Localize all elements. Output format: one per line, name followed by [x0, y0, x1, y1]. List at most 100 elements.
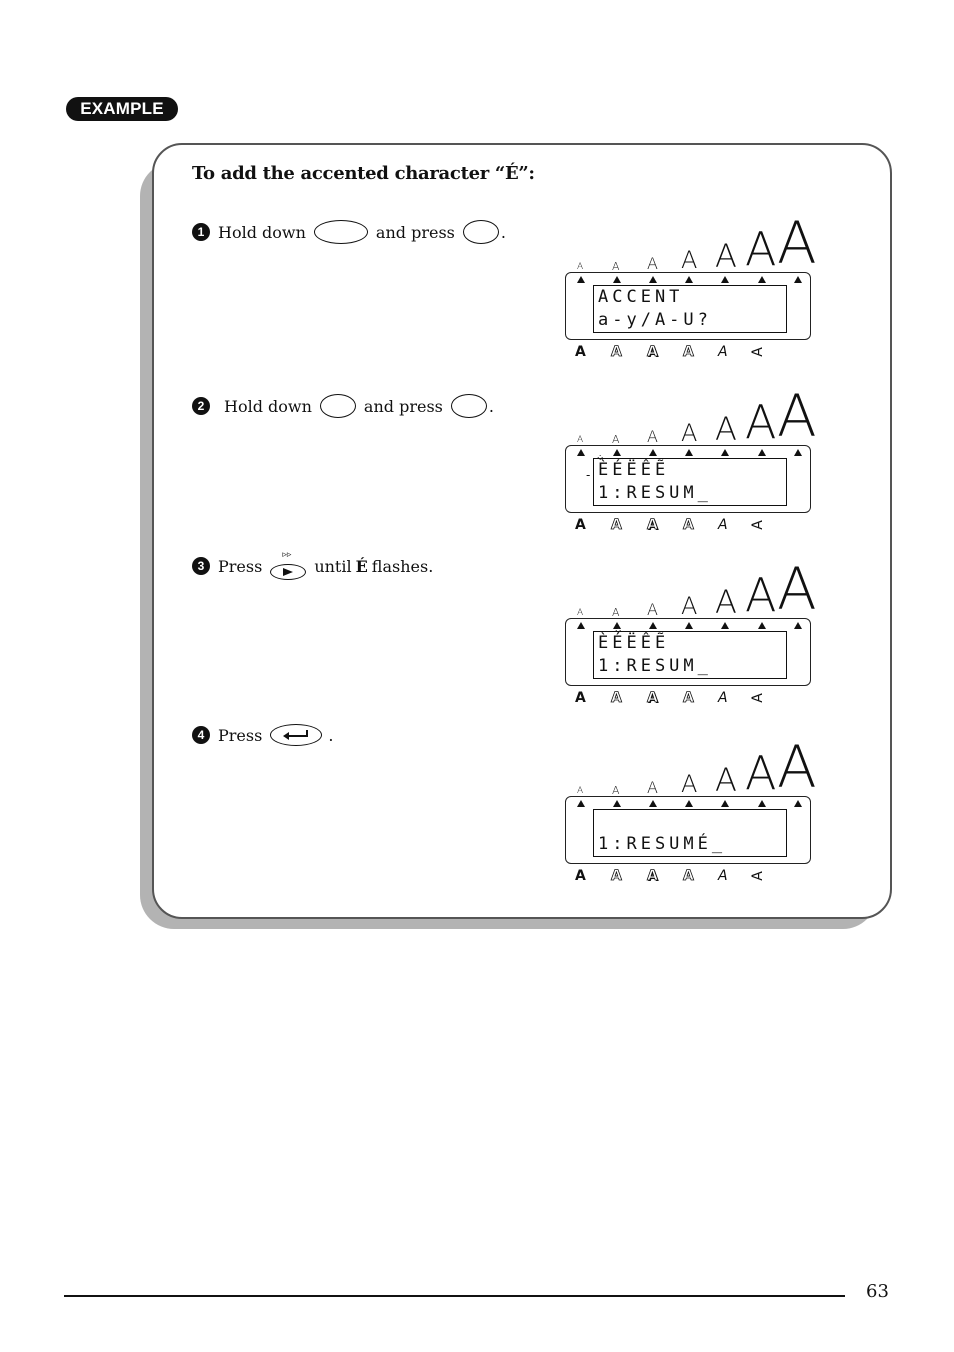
- size-indicator: A: [715, 410, 737, 448]
- step-number: 1: [192, 223, 210, 241]
- fast-forward-icon: ▹▹: [282, 550, 292, 560]
- step-number: 2: [192, 397, 210, 415]
- style-indicator-vertical: A: [749, 871, 766, 881]
- accented-char: É: [355, 556, 368, 576]
- size-indicator: A: [777, 555, 817, 623]
- step-text: and press: [375, 222, 455, 242]
- indicator-arrow-icon: [649, 800, 657, 807]
- indicator-arrow-icon: [721, 449, 729, 456]
- lcd-display-3: A A A A A A A ⁘ ÈÉËÊẼ 1:RESUM_ A A A A A…: [563, 555, 817, 722]
- style-indicator-shadow: A: [647, 344, 659, 361]
- example-badge: EXAMPLE: [66, 97, 178, 121]
- cursor-right-key-icon: ▹▹: [270, 550, 307, 580]
- style-indicator-shadow: A: [647, 517, 659, 534]
- step-4: 4 Press .: [192, 724, 333, 746]
- page-number: 63: [866, 1281, 889, 1302]
- indicator-arrow-icon: [685, 449, 693, 456]
- lcd-display-4: A A A A A A A 1:RESUMÉ_ A A A A A A: [563, 733, 817, 900]
- size-indicator: A: [681, 419, 698, 447]
- step-2: 2 Hold down and press .: [192, 394, 494, 418]
- style-indicators: A A A A A A: [563, 344, 817, 364]
- indicator-arrow-icon: [685, 622, 693, 629]
- lcd-frame: ACCENT a-y/A-U?: [565, 272, 811, 340]
- indicator-arrow-icon: [577, 800, 585, 807]
- indicator-arrow-icon: [577, 276, 585, 283]
- style-indicator-vertical: A: [749, 347, 766, 357]
- indicator-arrow-icon: [721, 276, 729, 283]
- style-indicators: A A A A A A: [563, 868, 817, 888]
- indicator-arrow-icon: [794, 449, 802, 456]
- style-indicator-solid: A: [683, 517, 695, 534]
- size-indicator: A: [715, 237, 737, 275]
- style-indicator-italic: A: [718, 344, 728, 360]
- indicator-arrow-icon: [758, 276, 766, 283]
- indicator-arrow-icon: [721, 622, 729, 629]
- size-indicator: A: [777, 733, 817, 801]
- e-key-icon: [450, 394, 487, 418]
- indicator-arrow-icon: [685, 276, 693, 283]
- lcd-frame: 1:RESUMÉ_: [565, 796, 811, 864]
- indicator-arrow-icon: [613, 800, 621, 807]
- size-indicators: A A A A A A A: [563, 555, 817, 623]
- lcd-frame: - ⁘ ÈÉËÊẼ 1:RESUM_: [565, 445, 811, 513]
- style-indicator-vertical: A: [749, 520, 766, 530]
- lcd-screen: ACCENT a-y/A-U?: [593, 285, 787, 333]
- size-indicator: A: [745, 568, 777, 622]
- size-indicator: A: [612, 784, 620, 797]
- step-text: Press: [218, 725, 263, 745]
- indicator-arrow-icon: [794, 276, 802, 283]
- size-indicator: A: [647, 600, 658, 619]
- indicator-arrow-icon: [613, 449, 621, 456]
- enter-key-icon: [270, 724, 323, 746]
- indicator-arrow-icon: [649, 276, 657, 283]
- size-indicator: A: [745, 746, 777, 800]
- lcd-display-2: A A A A A A A - ⁘ ÈÉËÊẼ 1:RESUM_ A A A A…: [563, 382, 817, 549]
- style-indicator-solid: A: [683, 344, 695, 361]
- size-indicator: A: [647, 778, 658, 797]
- play-icon: [283, 568, 294, 576]
- indicator-arrow-icon: [721, 800, 729, 807]
- a-key-icon: [319, 394, 356, 418]
- style-indicator-shadow: A: [647, 690, 659, 707]
- size-indicator: A: [577, 262, 584, 272]
- lcd-line-1: ÈÉËÊẼ: [598, 460, 670, 480]
- lcd-screen: ⁘ ÈÉËÊẼ 1:RESUM_: [593, 626, 787, 679]
- lcd-line-2: 1:RESUMÉ_: [598, 834, 727, 854]
- size-indicator: A: [612, 260, 620, 273]
- size-indicator: A: [681, 592, 698, 620]
- lcd-line-1: ACCENT: [598, 287, 684, 307]
- lcd-line-2: 1:RESUM_: [598, 656, 712, 676]
- size-indicator: A: [681, 246, 698, 274]
- cursor-marker: -: [586, 468, 591, 482]
- style-indicator-italic: A: [718, 690, 728, 706]
- size-indicator: A: [647, 427, 658, 446]
- style-indicator-solid: A: [683, 690, 695, 707]
- size-indicator: A: [715, 583, 737, 621]
- size-indicator: A: [745, 395, 777, 449]
- size-indicator: A: [612, 606, 620, 619]
- indicator-arrow-icon: [794, 800, 802, 807]
- step-text: Hold down: [218, 222, 306, 242]
- indicator-arrow-icon: [685, 800, 693, 807]
- step-text: flashes.: [371, 556, 434, 576]
- style-indicator-solid: A: [683, 868, 695, 885]
- example-title: To add the accented character “É”:: [192, 163, 535, 184]
- step-1: 1 Hold down and press .: [192, 220, 506, 244]
- lcd-line-1: ÈÉËÊẼ: [598, 633, 670, 653]
- style-indicator-vertical: A: [749, 693, 766, 703]
- style-indicator-normal: A: [575, 517, 586, 533]
- indicator-arrow-icon: [649, 622, 657, 629]
- style-indicator-outline: A: [611, 344, 623, 361]
- step-text: Press: [218, 556, 263, 576]
- size-indicator: A: [715, 761, 737, 799]
- step-number: 3: [192, 557, 210, 575]
- indicator-arrow-icon: [649, 449, 657, 456]
- size-indicator: A: [777, 382, 817, 450]
- step-number: 4: [192, 726, 210, 744]
- step-text: and press: [363, 396, 443, 416]
- lcd-display-1: A A A A A A A ACCENT a-y/A-U? A A A A A …: [563, 214, 817, 376]
- size-indicators: A A A A A A A: [563, 382, 817, 450]
- size-indicator: A: [577, 608, 584, 618]
- style-indicator-normal: A: [575, 690, 586, 706]
- style-indicator-shadow: A: [647, 868, 659, 885]
